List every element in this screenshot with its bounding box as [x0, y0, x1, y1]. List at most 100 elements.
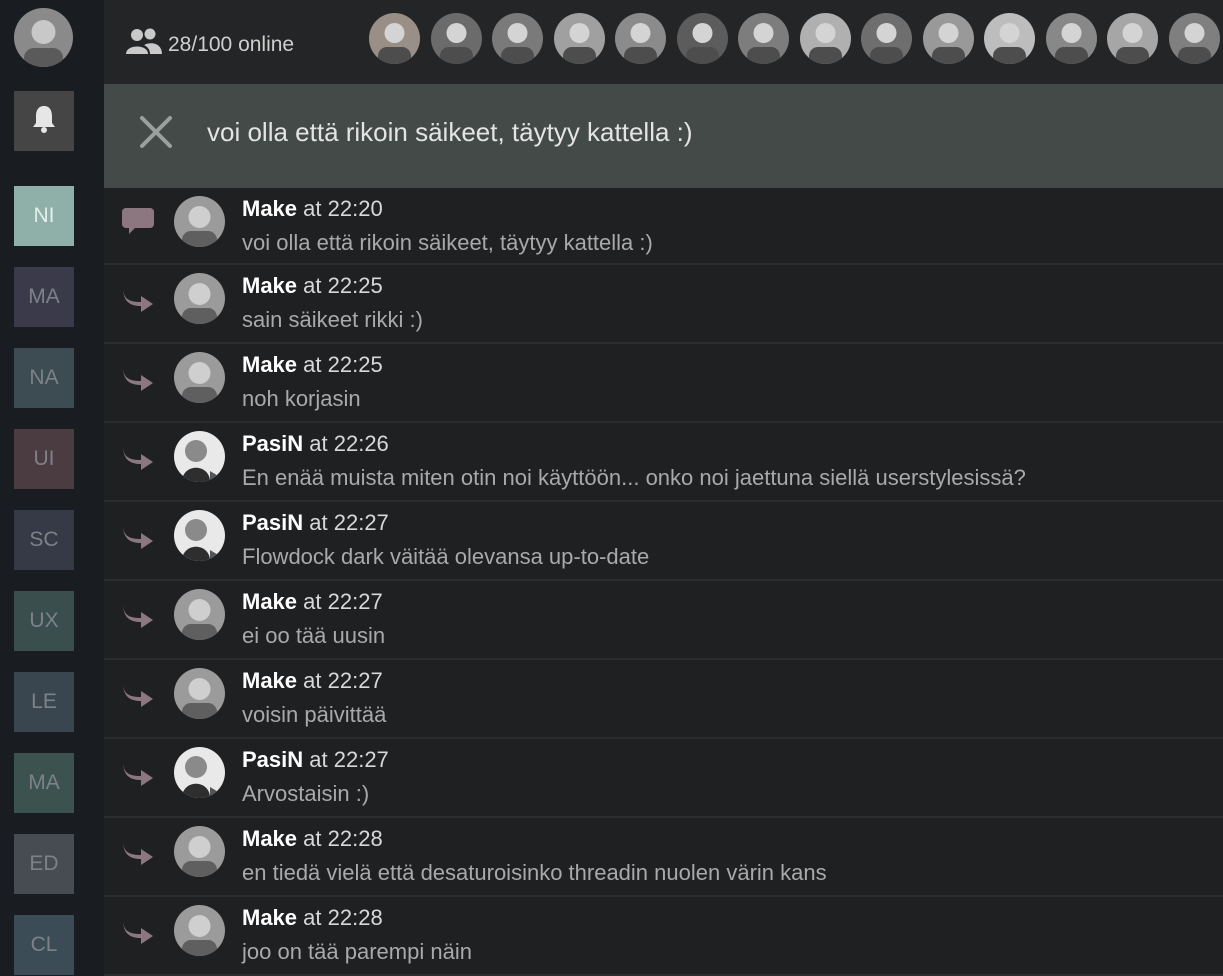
message-header: PasiN at 22:26 [242, 431, 389, 457]
message-row[interactable]: Make at 22:25 sain säikeet rikki :) [104, 265, 1223, 344]
online-user-avatar[interactable] [1168, 13, 1220, 64]
flow-sidebar: NI MA NA UI SC UX LE MA ED CL [0, 0, 104, 976]
message-text: joo on tää parempi näin [242, 939, 472, 964]
message-timestamp[interactable]: at 22:28 [303, 826, 383, 851]
message-author-avatar[interactable] [174, 747, 225, 798]
message-header: PasiN at 22:27 [242, 747, 389, 773]
message-author-avatar[interactable] [174, 826, 225, 877]
message-text: voisin päivittää [242, 702, 387, 727]
thread-arrow-icon[interactable] [121, 836, 155, 871]
flow-tile-le[interactable]: LE [14, 672, 74, 732]
thread-arrow-icon[interactable] [121, 678, 155, 713]
message-author[interactable]: Make [242, 589, 297, 614]
flow-tile-na[interactable]: NA [14, 348, 74, 408]
message-row[interactable]: Make at 22:27 voisin päivittää [104, 660, 1223, 739]
message-row[interactable]: Make at 22:27 ei oo tää uusin [104, 581, 1223, 660]
online-user-avatar[interactable] [553, 13, 605, 64]
thread-title: voi olla että rikoin säikeet, täytyy kat… [207, 117, 693, 147]
message-timestamp[interactable]: at 22:26 [309, 431, 389, 456]
message-header: Make at 22:20 [242, 196, 383, 222]
message-timestamp[interactable]: at 22:20 [303, 196, 383, 221]
message-timestamp[interactable]: at 22:27 [309, 510, 389, 535]
message-author[interactable]: PasiN [242, 747, 303, 772]
flow-tile-ni[interactable]: NI [14, 186, 74, 246]
bell-icon [29, 103, 59, 140]
thread-arrow-icon[interactable] [121, 283, 155, 318]
message-text: Arvostaisin :) [242, 781, 370, 806]
thread-arrow-icon[interactable] [121, 757, 155, 792]
thread-arrow-icon[interactable] [121, 915, 155, 950]
top-bar: 28/100 online [104, 0, 1223, 84]
online-user-avatar[interactable] [492, 13, 543, 64]
message-header: PasiN at 22:27 [242, 510, 389, 536]
online-user-avatar[interactable] [615, 13, 666, 64]
message-author[interactable]: PasiN [242, 510, 303, 535]
thread-arrow-icon[interactable] [121, 599, 155, 634]
message-author-avatar[interactable] [174, 273, 225, 324]
users-icon [126, 26, 162, 61]
message-timestamp[interactable]: at 22:25 [303, 273, 383, 298]
message-header: Make at 22:27 [242, 668, 383, 694]
message-author-avatar[interactable] [174, 510, 225, 561]
message-row[interactable]: PasiN at 22:26 En enää muista miten otin … [104, 423, 1223, 502]
thread-arrow-icon[interactable] [121, 520, 155, 555]
flow-tile-cl[interactable]: CL [14, 915, 74, 975]
message-text: Flowdock dark väitää olevansa up-to-date [242, 544, 650, 569]
online-count: 28/100 online [168, 33, 295, 56]
notifications-button[interactable] [14, 91, 74, 151]
message-timestamp[interactable]: at 22:28 [303, 905, 383, 930]
message-row[interactable]: Make at 22:20 voi olla että rikoin säikee… [104, 188, 1223, 265]
message-timestamp[interactable]: at 22:27 [309, 747, 389, 772]
message-author[interactable]: Make [242, 826, 297, 851]
message-header: Make at 22:25 [242, 273, 383, 299]
comment-icon[interactable] [121, 206, 155, 241]
online-user-avatar[interactable] [1045, 13, 1097, 64]
online-user-avatar[interactable] [369, 13, 420, 64]
online-user-avatar[interactable] [738, 13, 789, 64]
flow-tile-ui[interactable]: UI [14, 429, 74, 489]
message-author[interactable]: Make [242, 905, 297, 930]
message-author[interactable]: Make [242, 668, 297, 693]
message-author[interactable]: Make [242, 196, 297, 221]
message-author[interactable]: PasiN [242, 431, 303, 456]
message-timestamp[interactable]: at 22:27 [303, 668, 383, 693]
message-text: voi olla että rikoin säikeet, täytyy kat… [242, 230, 653, 255]
flow-tile-ux[interactable]: UX [14, 591, 74, 651]
online-user-avatar[interactable] [799, 13, 851, 64]
online-user-avatar[interactable] [922, 13, 974, 64]
message-row[interactable]: PasiN at 22:27 Arvostaisin :) [104, 739, 1223, 818]
online-user-avatar[interactable] [430, 13, 482, 64]
message-row[interactable]: PasiN at 22:27 Flowdock dark väitää oleva… [104, 502, 1223, 581]
message-author-avatar[interactable] [174, 196, 225, 247]
message-timestamp[interactable]: at 22:25 [303, 352, 383, 377]
thread-arrow-icon[interactable] [121, 441, 155, 476]
message-header: Make at 22:28 [242, 826, 383, 852]
message-list: Make at 22:20 voi olla että rikoin säikee… [104, 188, 1223, 976]
message-author-avatar[interactable] [174, 668, 225, 719]
thread-arrow-icon[interactable] [121, 362, 155, 397]
message-author[interactable]: Make [242, 273, 297, 298]
message-author-avatar[interactable] [174, 905, 225, 956]
online-user-avatar[interactable] [861, 13, 912, 64]
close-icon[interactable] [138, 114, 174, 155]
message-author-avatar[interactable] [174, 352, 225, 403]
current-user-avatar[interactable] [14, 8, 73, 67]
message-author-avatar[interactable] [174, 589, 225, 640]
flow-tile-ma[interactable]: MA [14, 267, 74, 327]
message-row[interactable]: Make at 22:28 en tiedä vielä että desatur… [104, 818, 1223, 897]
message-text: En enää muista miten otin noi käyttöön..… [242, 465, 1026, 490]
message-author[interactable]: Make [242, 352, 297, 377]
message-row[interactable]: Make at 22:28 joo on tää parempi näin [104, 897, 1223, 976]
message-text: ei oo tää uusin [242, 623, 386, 648]
flow-tile-sc[interactable]: SC [14, 510, 74, 570]
message-timestamp[interactable]: at 22:27 [303, 589, 383, 614]
flow-tile-ma[interactable]: MA [14, 753, 74, 813]
online-user-avatar[interactable] [984, 13, 1035, 64]
message-author-avatar[interactable] [174, 431, 225, 482]
message-header: Make at 22:25 [242, 352, 383, 378]
flow-tile-ed[interactable]: ED [14, 834, 74, 894]
online-user-avatar[interactable] [676, 13, 728, 64]
online-user-avatar[interactable] [1107, 13, 1158, 64]
message-header: Make at 22:27 [242, 589, 383, 615]
message-row[interactable]: Make at 22:25 noh korjasin [104, 344, 1223, 423]
